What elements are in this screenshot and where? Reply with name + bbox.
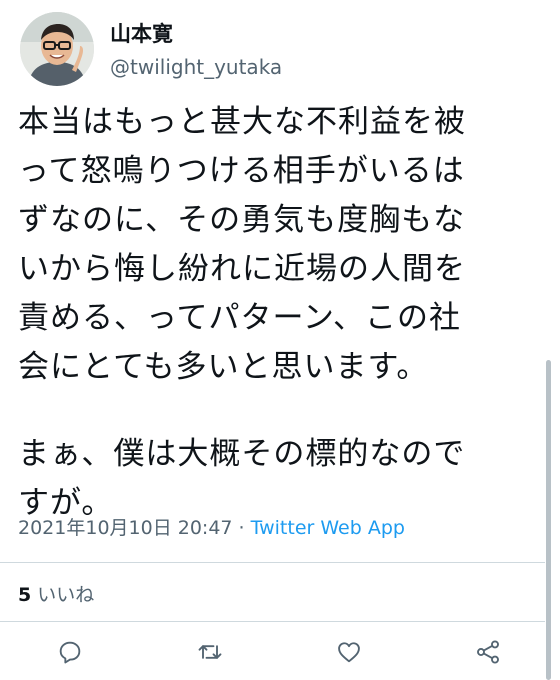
tweet-text-line: ずなのに、その勇気も度胸もな bbox=[18, 202, 466, 238]
tweet-text-line: まぁ、僕は大概その標的なので bbox=[18, 436, 466, 472]
tweet-text-line: って怒鳴りつける相手がいるは bbox=[18, 153, 465, 189]
likes-count: 5 bbox=[18, 584, 32, 606]
avatar[interactable] bbox=[20, 12, 94, 86]
tweet-text-line: 会にとても多いと思います。 bbox=[18, 349, 429, 385]
tweet-meta: 2021年10月10日 20:47 · Twitter Web App bbox=[18, 513, 405, 540]
divider bbox=[0, 621, 545, 622]
tweet-text-line: いから悔し紛れに近場の人間を bbox=[18, 251, 466, 287]
likes-summary[interactable]: 5 いいね bbox=[18, 580, 94, 607]
reply-icon[interactable] bbox=[56, 638, 84, 666]
tweet-text-line: 責める、ってパターン、この社 bbox=[18, 300, 462, 336]
divider bbox=[0, 562, 545, 563]
heart-icon[interactable] bbox=[335, 638, 363, 666]
user-handle[interactable]: @twilight_yutaka bbox=[110, 55, 282, 79]
user-display-name[interactable]: 山本寛 bbox=[110, 18, 173, 48]
tweet-detail-view: 山本寛 @twilight_yutaka 本当はもっと甚大な不利益を被 って怒鳴… bbox=[0, 0, 560, 680]
scrollbar[interactable] bbox=[546, 360, 551, 680]
likes-label: いいね bbox=[31, 584, 95, 606]
share-icon[interactable] bbox=[474, 638, 502, 666]
meta-separator: · bbox=[232, 517, 251, 539]
retweet-icon[interactable] bbox=[196, 638, 224, 666]
tweet-source-link[interactable]: Twitter Web App bbox=[251, 517, 405, 539]
tweet-text: 本当はもっと甚大な不利益を被 って怒鳴りつける相手がいるは ずなのに、その勇気も… bbox=[18, 98, 538, 528]
tweet-timestamp[interactable]: 2021年10月10日 20:47 bbox=[18, 517, 233, 539]
profile-photo-icon bbox=[20, 12, 94, 86]
tweet-text-line: 本当はもっと甚大な不利益を被 bbox=[18, 104, 466, 140]
